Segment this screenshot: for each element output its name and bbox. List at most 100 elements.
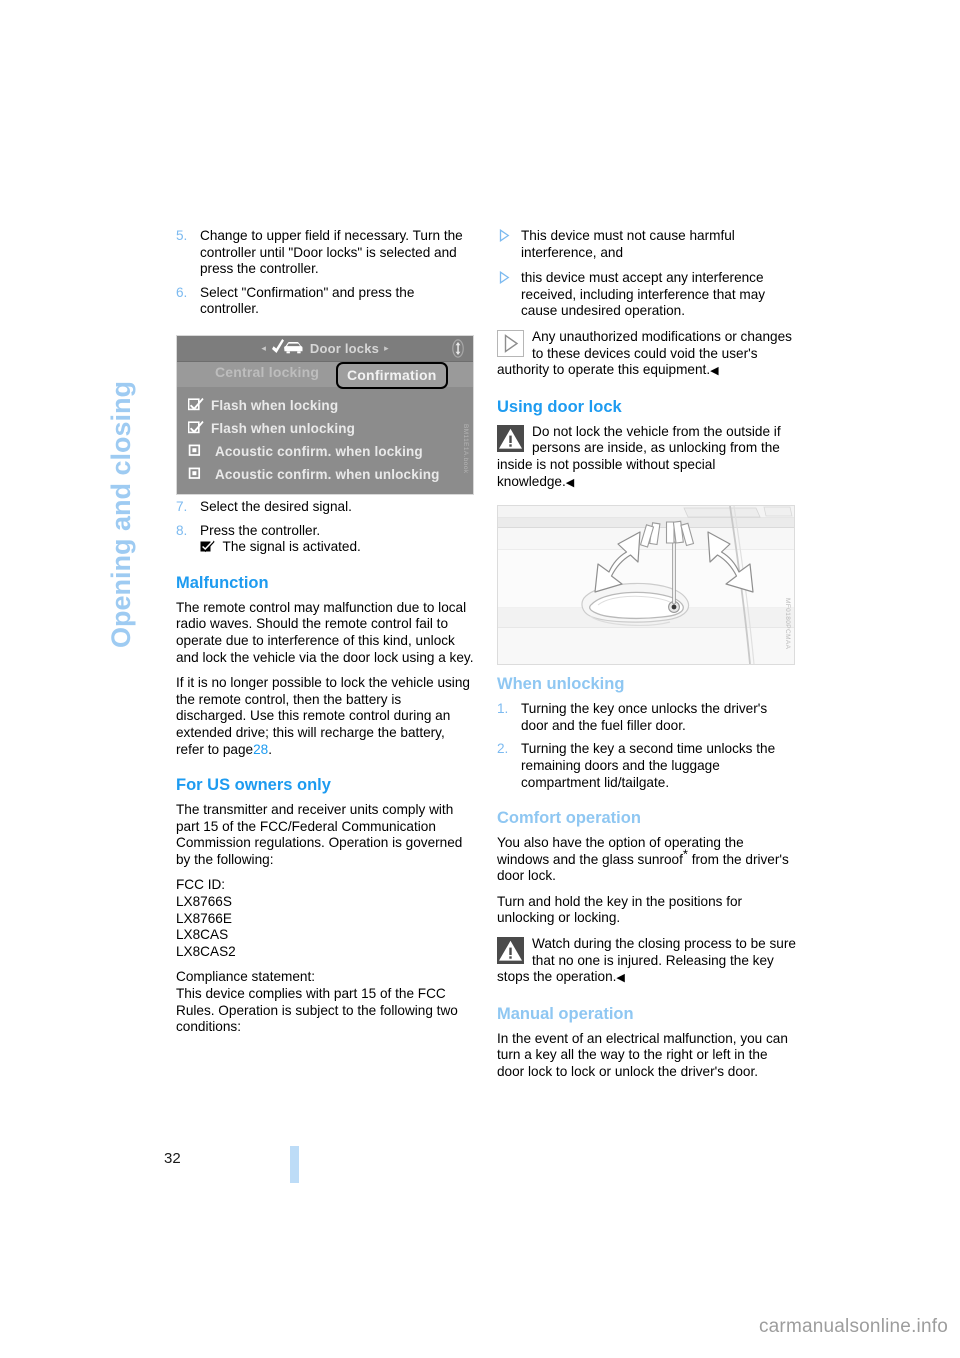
list-item[interactable]: Acoustic confirm. when locking <box>188 441 473 461</box>
section-heading-comfort-operation: Comfort operation <box>497 809 641 828</box>
list-item: 7. Select the desired signal. <box>176 499 475 516</box>
tab-confirmation[interactable]: Confirmation <box>336 362 448 389</box>
malfunction-paragraph-2-end: . <box>268 741 272 757</box>
note-unauthorized-modifications: Any unauthorized modifications or change… <box>497 329 796 380</box>
warning-end-arrow-icon: ◀ <box>565 476 575 489</box>
step-text: Change to upper field if necessary. Turn… <box>200 228 463 277</box>
checkbox-checked-icon[interactable] <box>187 420 204 437</box>
chapter-title-container: Opening and closing <box>106 228 148 648</box>
idrive-tab-bar: Central locking Confirmation <box>177 362 473 389</box>
step-text: Select the desired signal. <box>200 498 352 514</box>
list-item: 6. Select "Confirmation" and press the c… <box>176 285 475 318</box>
note-text: Any unauthorized modifications or change… <box>497 328 792 378</box>
option-label: Acoustic confirm. when unlocking <box>215 466 440 482</box>
section-heading-malfunction: Malfunction <box>176 573 269 592</box>
compliance-text: This device complies with part 15 of the… <box>176 986 458 1035</box>
scroll-up-down-icon[interactable] <box>450 339 466 358</box>
list-item: 2. Turning the key a second time unlocks… <box>497 741 796 791</box>
step-text: Press the controller. <box>200 522 321 538</box>
idrive-screenshot-figure: ◂ Door locks ▸ Central locking Confirmat… <box>176 335 474 495</box>
note-end-arrow-icon: ◀ <box>710 365 719 378</box>
section-heading-when-unlocking: When unlocking <box>497 675 625 694</box>
step-text: Turning the key once unlocks the driver'… <box>521 701 768 733</box>
steps-list-top: 5. Change to upper field if necessary. T… <box>176 228 475 318</box>
door-handle-illustration: MF0180PCMAA <box>497 505 795 665</box>
list-item: This device must not cause harmful inter… <box>497 228 796 261</box>
step-number: 1. <box>497 701 509 717</box>
option-label: Flash when locking <box>211 397 339 413</box>
warning-text: Watch during the closing process to be s… <box>497 936 796 985</box>
triangle-bullet-icon <box>499 228 510 243</box>
warning-end-arrow-icon: ◀ <box>616 972 625 985</box>
list-item: 5. Change to upper field if necessary. T… <box>176 228 475 278</box>
steps-list-bottom: 7. Select the desired signal. 8. Press t… <box>176 499 475 556</box>
idrive-header-title: Door locks <box>309 341 380 356</box>
warning-triangle-icon <box>497 424 524 452</box>
list-item: this device must accept any interference… <box>497 270 796 320</box>
step-number: 7. <box>176 498 188 514</box>
page-marker-bar <box>290 1146 299 1183</box>
compliance-label: Compliance statement: <box>176 969 316 985</box>
list-item[interactable]: Acoustic confirm. when unlocking <box>188 464 473 484</box>
list-item[interactable]: Flash when locking <box>187 395 473 415</box>
step-text: Select "Confirmation" and press the cont… <box>200 284 415 317</box>
step-text: Turning the key a second time unlocks th… <box>521 741 776 790</box>
watermark: carmanualsonline.info <box>758 1316 948 1337</box>
step-number: 8. <box>176 522 188 538</box>
section-heading-manual-operation: Manual operation <box>497 1004 634 1023</box>
option-label: Flash when unlocking <box>211 420 356 436</box>
triangle-bullet-icon <box>499 271 510 285</box>
step-number: 2. <box>497 741 509 757</box>
page-number: 32 <box>164 1150 181 1167</box>
list-item[interactable]: Flash when unlocking <box>187 418 473 438</box>
idrive-options-list: Flash when locking Flash when unlocking <box>177 387 473 484</box>
chevron-right-icon[interactable]: ▸ <box>384 344 389 353</box>
manual-operation-paragraph: In the event of an electrical malfunctio… <box>497 1030 788 1080</box>
section-heading-using-door-lock: Using door lock <box>497 397 622 416</box>
step-number: 5. <box>176 228 188 243</box>
us-owners-paragraph-1: The transmitter and receiver units compl… <box>176 802 463 867</box>
option-label: Acoustic confirm. when locking <box>215 443 423 459</box>
warning-using-door-lock: Do not lock the vehicle from the outside… <box>497 424 796 491</box>
step-note-text: The signal is activated. <box>222 539 361 555</box>
chapter-title: Opening and closing <box>106 380 136 648</box>
malfunction-paragraph-2: If it is no longer possible to lock the … <box>176 675 475 758</box>
step-number: 6. <box>176 284 188 300</box>
checkbox-unchecked-icon[interactable] <box>188 466 204 483</box>
fcc-id-value: LX8766S <box>176 894 232 910</box>
fcc-conditions-list: This device must not cause harmful inter… <box>497 228 796 320</box>
door-handle-svg <box>498 506 794 664</box>
fcc-id-value: LX8CAS2 <box>176 943 236 959</box>
condition-text: this device must accept any interference… <box>521 270 766 319</box>
comfort-paragraph-1: You also have the option of operating th… <box>497 835 796 885</box>
warning-text: Do not lock the vehicle from the outside… <box>497 423 781 489</box>
warning-comfort-operation: Watch during the closing process to be s… <box>497 936 796 987</box>
malfunction-paragraph-2-text: If it is no longer possible to lock the … <box>176 675 470 757</box>
idrive-header: ◂ Door locks ▸ <box>177 336 473 362</box>
fcc-id-value: LX8766E <box>176 910 232 926</box>
compliance-block: Compliance statement: This device compli… <box>176 969 475 1035</box>
checkbox-checked-icon[interactable] <box>187 397 204 414</box>
page-reference-link[interactable]: 28 <box>253 742 268 757</box>
manual-page: Opening and closing 5. Change to upper f… <box>0 0 960 1358</box>
list-item: 8. Press the controller. The signal is a… <box>176 523 475 556</box>
condition-text: This device must not cause harmful inter… <box>521 228 735 260</box>
figure-code: ВМ11Е1А.book <box>462 424 469 474</box>
tab-central-locking[interactable]: Central locking <box>215 364 319 380</box>
figure-code: MF0180PCMAA <box>784 598 791 650</box>
section-heading-us-owners: For US owners only <box>176 776 331 795</box>
comfort-paragraph-2: Turn and hold the key in the positions f… <box>497 893 743 926</box>
note-triangle-icon <box>497 329 524 357</box>
car-lock-icon <box>271 338 305 359</box>
fcc-id-value: LX8CAS <box>176 927 229 943</box>
list-item: 1. Turning the key once unlocks the driv… <box>497 701 796 734</box>
chevron-left-icon[interactable]: ◂ <box>261 344 266 353</box>
when-unlocking-steps: 1. Turning the key once unlocks the driv… <box>497 701 796 791</box>
checkbox-checked-icon <box>200 540 215 553</box>
fcc-id-label: FCC ID: <box>176 877 226 893</box>
warning-triangle-icon <box>497 937 524 965</box>
fcc-id-block: FCC ID: LX8766S LX8766E LX8CAS LX8CAS2 <box>176 877 475 960</box>
checkbox-unchecked-icon[interactable] <box>188 443 204 460</box>
malfunction-paragraph-1: The remote control may malfunction due t… <box>176 599 474 665</box>
idrive-header-inner: ◂ Door locks ▸ <box>261 338 389 359</box>
